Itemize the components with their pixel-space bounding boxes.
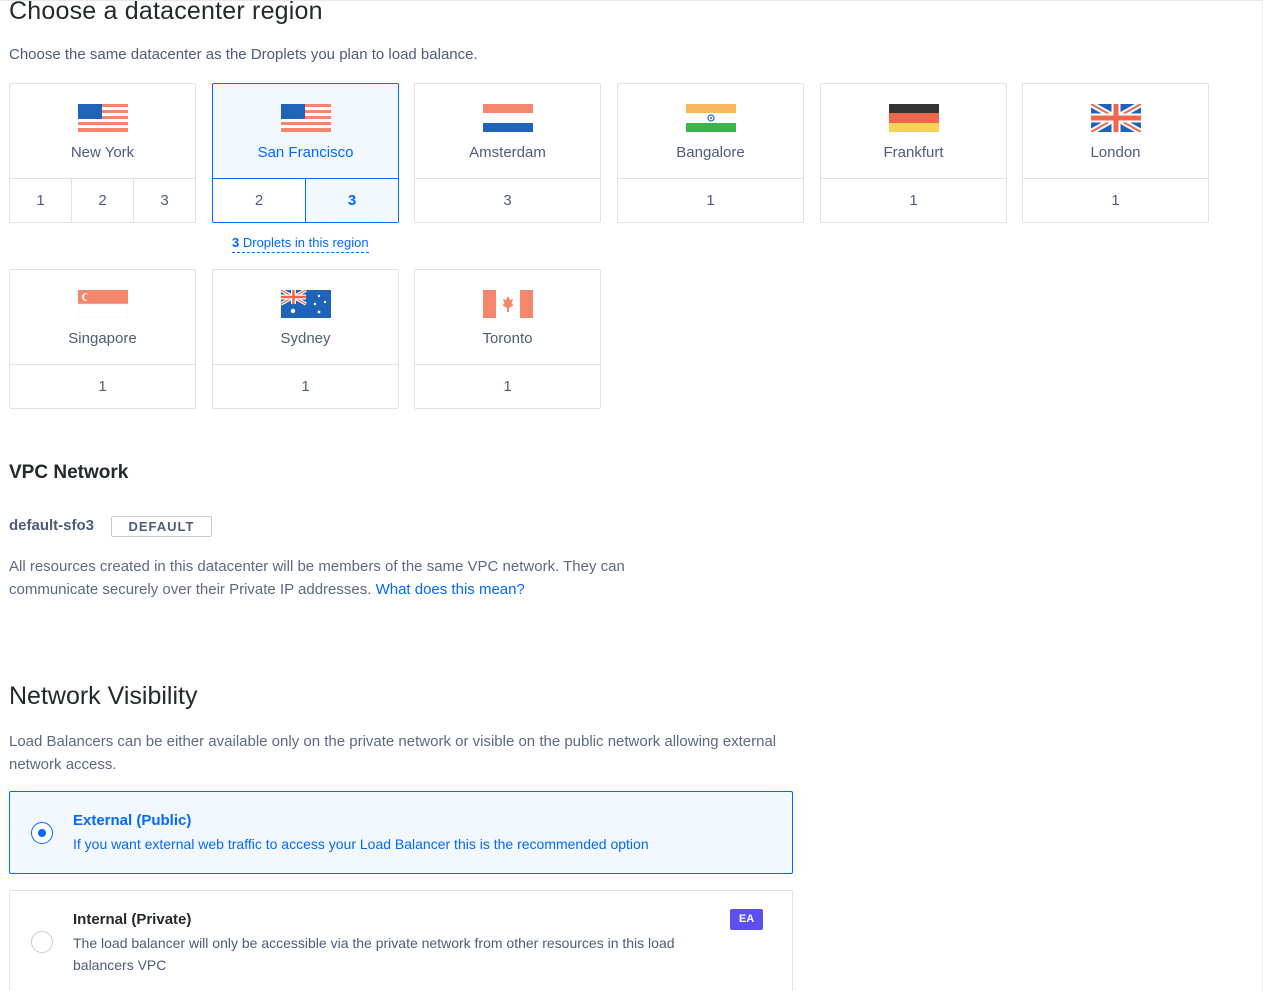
datacenter-option[interactable]: 1 bbox=[213, 365, 398, 408]
option-title: External (Public) bbox=[73, 812, 192, 829]
region-name: Frankfurt bbox=[883, 144, 944, 161]
datacenter-selector: 2 3 bbox=[213, 178, 398, 222]
visibility-option-external[interactable]: External (Public) If you want external w… bbox=[9, 791, 793, 874]
flag-de-icon bbox=[821, 104, 1006, 132]
datacenter-option[interactable]: 3 bbox=[415, 179, 600, 222]
option-description: If you want external web traffic to acce… bbox=[73, 836, 649, 852]
datacenter-option[interactable]: 1 bbox=[1023, 179, 1208, 222]
region-name: Singapore bbox=[68, 330, 137, 347]
region-name: Bangalore bbox=[676, 144, 745, 161]
radio-button[interactable] bbox=[31, 931, 53, 953]
droplets-link-text: Droplets in this region bbox=[242, 235, 369, 250]
datacenter-option[interactable]: 1 bbox=[10, 365, 195, 408]
flag-in-icon bbox=[618, 104, 803, 132]
datacenter-selector: 1 bbox=[1023, 178, 1208, 222]
flag-us-icon bbox=[213, 104, 398, 132]
region-name: London bbox=[1090, 144, 1141, 161]
droplets-in-region-link[interactable]: 3 Droplets in this region bbox=[232, 235, 369, 253]
region-card-london[interactable]: London 1 bbox=[1022, 83, 1209, 223]
datacenter-option[interactable]: 1 bbox=[618, 179, 803, 222]
flag-ca-icon bbox=[415, 290, 600, 318]
datacenter-selector: 1 bbox=[10, 364, 195, 408]
datacenter-selector: 3 bbox=[415, 178, 600, 222]
page-subtitle: Choose the same datacenter as the Drople… bbox=[9, 46, 478, 63]
datacenter-option[interactable]: 2 bbox=[72, 179, 134, 222]
page-title: Choose a datacenter region bbox=[9, 0, 323, 25]
vpc-help-link[interactable]: What does this mean? bbox=[376, 581, 525, 598]
datacenter-option-selected[interactable]: 3 bbox=[306, 179, 398, 222]
droplet-count: 3 bbox=[232, 235, 240, 250]
region-card-san-francisco[interactable]: San Francisco 2 3 bbox=[212, 83, 399, 223]
default-badge: DEFAULT bbox=[111, 516, 212, 537]
vpc-name: default-sfo3 bbox=[9, 517, 95, 534]
region-card-bangalore[interactable]: Bangalore 1 bbox=[617, 83, 804, 223]
region-card-singapore[interactable]: Singapore 1 bbox=[9, 269, 196, 409]
region-card-sydney[interactable]: Sydney 1 bbox=[212, 269, 399, 409]
region-name: Sydney bbox=[280, 330, 331, 347]
datacenter-selector: 1 bbox=[618, 178, 803, 222]
region-name: Amsterdam bbox=[469, 144, 546, 161]
radio-button-selected[interactable] bbox=[31, 822, 53, 844]
datacenter-option[interactable]: 2 bbox=[213, 179, 306, 222]
datacenter-selector: 1 bbox=[213, 364, 398, 408]
flag-au-icon bbox=[213, 290, 398, 318]
datacenter-selector: 1 2 3 bbox=[10, 178, 195, 222]
region-name: San Francisco bbox=[257, 144, 354, 161]
vpc-description-text: All resources created in this datacenter… bbox=[9, 558, 625, 598]
datacenter-selector: 1 bbox=[415, 364, 600, 408]
region-card-frankfurt[interactable]: Frankfurt 1 bbox=[820, 83, 1007, 223]
flag-sg-icon bbox=[10, 290, 195, 318]
region-card-toronto[interactable]: Toronto 1 bbox=[414, 269, 601, 409]
flag-nl-icon bbox=[415, 104, 600, 132]
datacenter-option[interactable]: 1 bbox=[415, 365, 600, 408]
visibility-title: Network Visibility bbox=[9, 682, 198, 710]
visibility-description: Load Balancers can be either available o… bbox=[9, 733, 777, 773]
flag-gb-icon bbox=[1023, 104, 1208, 132]
vpc-title: VPC Network bbox=[9, 462, 129, 483]
datacenter-option[interactable]: 1 bbox=[821, 179, 1006, 222]
region-card-new-york[interactable]: New York 1 2 3 bbox=[9, 83, 196, 223]
flag-us-icon bbox=[10, 104, 195, 132]
option-title: Internal (Private) bbox=[73, 911, 192, 928]
datacenter-selector: 1 bbox=[821, 178, 1006, 222]
region-card-amsterdam[interactable]: Amsterdam 3 bbox=[414, 83, 601, 223]
vpc-description: All resources created in this datacenter… bbox=[9, 555, 709, 601]
datacenter-option[interactable]: 1 bbox=[10, 179, 72, 222]
datacenter-option[interactable]: 3 bbox=[134, 179, 195, 222]
option-description: The load balancer will only be accessibl… bbox=[73, 935, 675, 973]
early-access-badge: EA bbox=[730, 909, 763, 930]
region-name: Toronto bbox=[482, 330, 533, 347]
visibility-option-internal[interactable]: Internal (Private) The load balancer wil… bbox=[9, 890, 793, 991]
region-name: New York bbox=[70, 144, 135, 161]
